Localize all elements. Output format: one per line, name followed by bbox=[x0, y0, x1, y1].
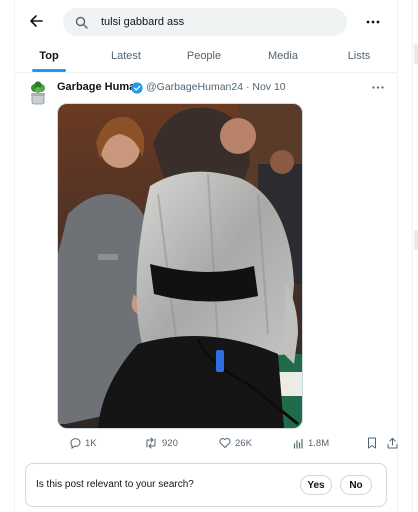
author-name[interactable]: Garbage Human bbox=[57, 81, 142, 93]
repost-button[interactable]: 920 bbox=[144, 435, 178, 451]
author-handle-and-date[interactable]: @GarbageHuman24 · Nov 10 bbox=[146, 81, 286, 93]
tab-media[interactable]: Media bbox=[260, 40, 306, 72]
share-button[interactable] bbox=[387, 435, 402, 451]
repost-icon bbox=[146, 437, 156, 449]
search-input[interactable] bbox=[99, 15, 333, 29]
tab-label: Top bbox=[39, 50, 59, 62]
tab-latest[interactable]: Latest bbox=[101, 40, 151, 72]
tab-label: Lists bbox=[347, 50, 371, 62]
yes-button[interactable]: Yes bbox=[300, 475, 332, 495]
views-count: 1.8M bbox=[308, 437, 330, 449]
reply-icon bbox=[70, 438, 81, 449]
search-icon bbox=[75, 15, 89, 29]
avatar[interactable] bbox=[27, 81, 49, 105]
share-icon bbox=[387, 437, 398, 449]
main-column: Top Latest People Media Lists Garbage Hu… bbox=[14, 0, 398, 512]
back-button[interactable] bbox=[25, 10, 47, 32]
sidebar-fragment bbox=[414, 230, 418, 250]
relevance-question: Is this post relevant to your search? bbox=[36, 479, 194, 490]
like-icon bbox=[219, 438, 231, 448]
like-button[interactable]: 26K bbox=[219, 435, 252, 451]
tab-label: Latest bbox=[111, 50, 141, 62]
search-box[interactable] bbox=[63, 8, 347, 36]
sidebar-fragment bbox=[414, 44, 418, 64]
reply-button[interactable]: 1K bbox=[69, 435, 97, 451]
more-icon bbox=[372, 85, 384, 89]
bookmark-icon bbox=[368, 437, 376, 449]
reply-count: 1K bbox=[85, 437, 97, 449]
tab-label: People bbox=[186, 50, 222, 62]
post-actions: 1K 920 26K 1.8M bbox=[57, 435, 398, 451]
tab-lists[interactable]: Lists bbox=[339, 40, 379, 72]
views-icon bbox=[293, 438, 303, 449]
no-button[interactable]: No bbox=[340, 475, 372, 495]
tab-people[interactable]: People bbox=[179, 40, 229, 72]
like-count: 26K bbox=[235, 437, 252, 449]
views-button[interactable]: 1.8M bbox=[293, 435, 329, 451]
divider bbox=[412, 0, 413, 512]
relevance-prompt: Is this post relevant to your search? Ye… bbox=[25, 463, 387, 507]
more-icon bbox=[366, 20, 380, 24]
right-sidebar-edge bbox=[404, 0, 418, 512]
tab-top[interactable]: Top bbox=[29, 40, 69, 72]
post-more-button[interactable] bbox=[369, 79, 387, 95]
verified-badge-icon bbox=[131, 81, 143, 94]
more-options-button[interactable] bbox=[363, 12, 383, 32]
search-tabs: Top Latest People Media Lists bbox=[15, 40, 397, 73]
repost-count: 920 bbox=[162, 437, 178, 449]
tab-label: Media bbox=[268, 50, 298, 62]
post-photo[interactable] bbox=[57, 103, 303, 429]
bookmark-button[interactable] bbox=[367, 435, 381, 451]
active-tab-indicator bbox=[32, 69, 66, 72]
back-arrow-icon bbox=[30, 15, 43, 27]
